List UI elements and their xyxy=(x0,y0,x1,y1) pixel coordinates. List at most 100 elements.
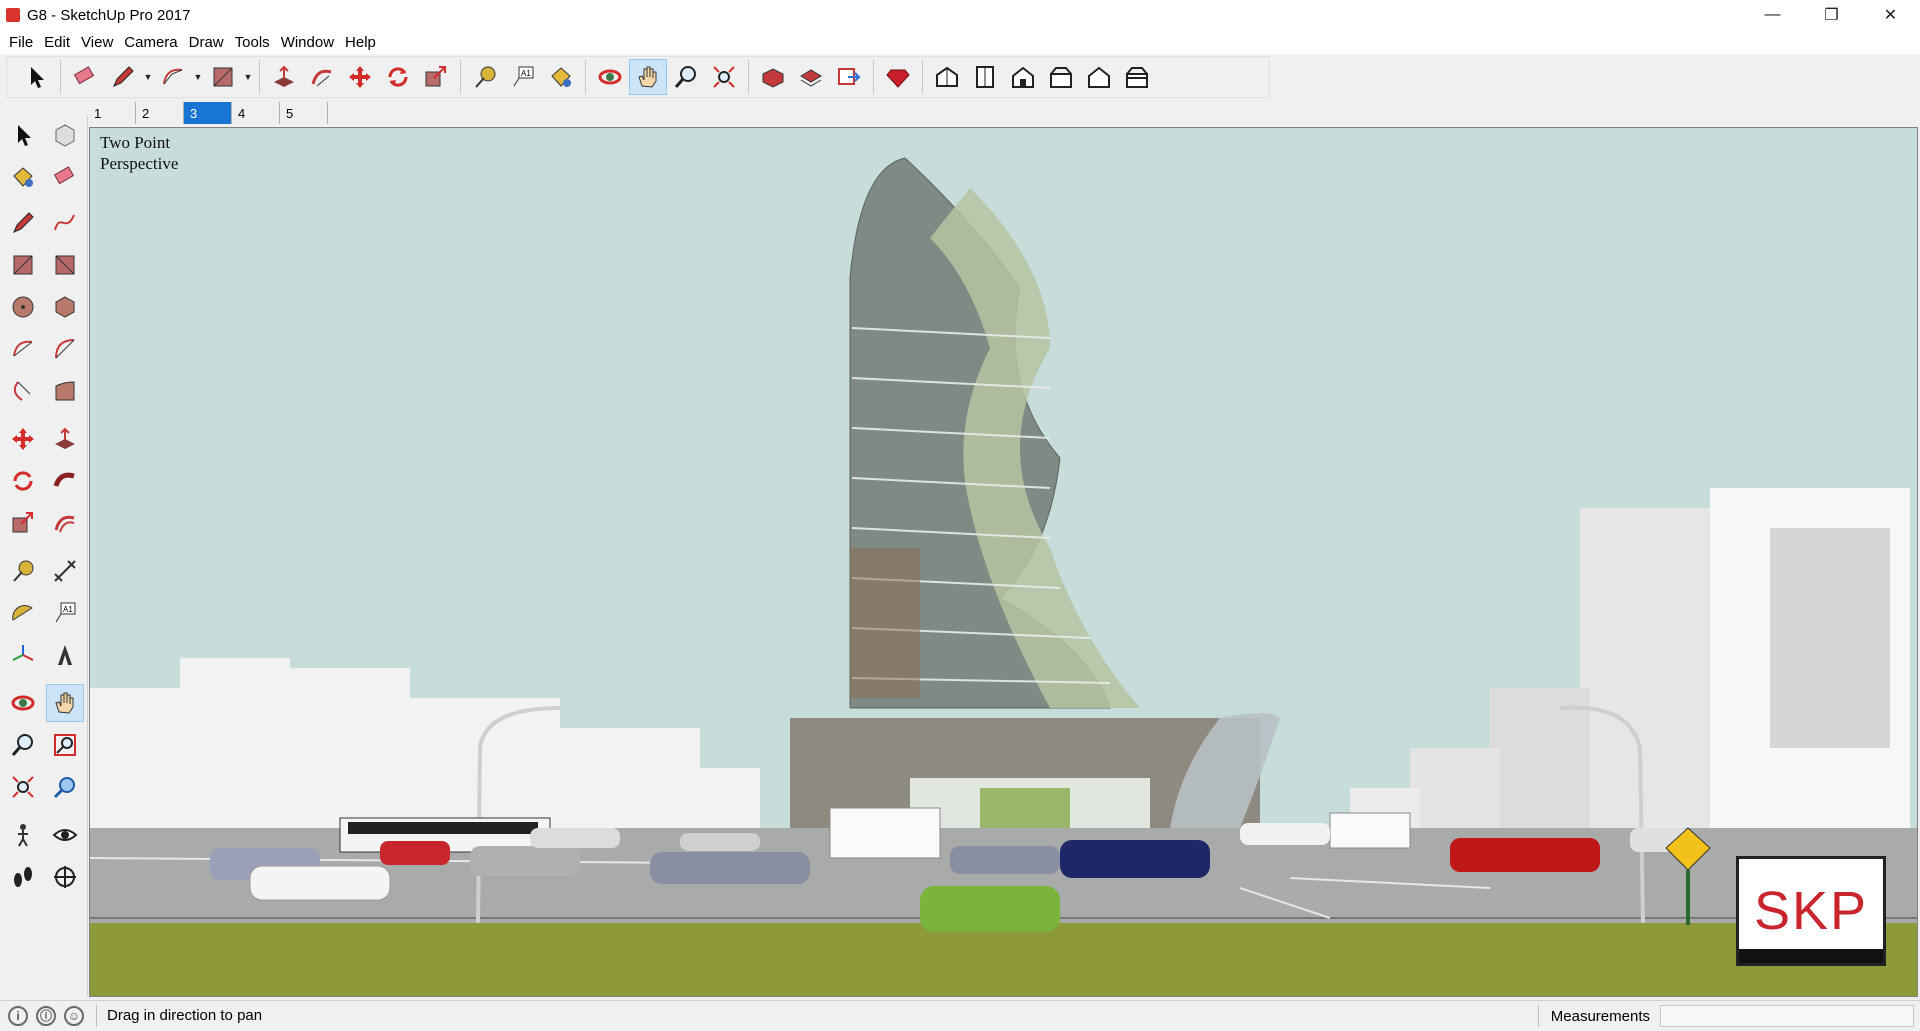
rotate-tool-button[interactable] xyxy=(379,59,417,95)
eraser-tool-button[interactable] xyxy=(46,158,84,196)
eraser-tool-button[interactable] xyxy=(66,59,104,95)
line-tool-button[interactable] xyxy=(4,204,42,242)
menu-edit[interactable]: Edit xyxy=(41,34,78,51)
model-viewport[interactable]: Two Point Perspective SKP xyxy=(89,127,1918,997)
three-point-arc-tool-button[interactable] xyxy=(4,372,42,410)
measurements-input[interactable] xyxy=(1660,1005,1914,1027)
menu-draw[interactable]: Draw xyxy=(186,34,232,51)
offset-tool-button[interactable] xyxy=(46,504,84,542)
section-plane-tool-button[interactable] xyxy=(46,858,84,896)
zoom-tool-button[interactable] xyxy=(4,726,42,764)
scene-tab-5[interactable]: 5 xyxy=(280,102,328,124)
walk-tool-button[interactable] xyxy=(4,858,42,896)
menu-window[interactable]: Window xyxy=(278,34,342,51)
text-tool-button[interactable]: A1 xyxy=(504,59,542,95)
scale-tool-button[interactable] xyxy=(417,59,455,95)
axes-tool-button[interactable] xyxy=(4,636,42,674)
previous-view-button[interactable] xyxy=(46,768,84,806)
follow-me-tool-button[interactable] xyxy=(46,462,84,500)
menu-tools[interactable]: Tools xyxy=(232,34,278,51)
orbit-tool-button[interactable] xyxy=(591,59,629,95)
iso-view-button[interactable] xyxy=(928,59,966,95)
menu-help[interactable]: Help xyxy=(342,34,384,51)
pencil-icon xyxy=(113,66,134,87)
move-tool-button[interactable] xyxy=(4,420,42,458)
make-component-button[interactable] xyxy=(46,116,84,154)
restore-button[interactable]: ❐ xyxy=(1802,0,1861,30)
zoom-tool-button[interactable] xyxy=(667,59,705,95)
tape-measure-tool-button[interactable] xyxy=(4,552,42,590)
rectangle-tool-button[interactable] xyxy=(204,59,242,95)
left-tool-palette: A1 xyxy=(0,116,88,996)
right-view-button[interactable] xyxy=(1042,59,1080,95)
menu-file[interactable]: File xyxy=(6,34,41,51)
rotated-rectangle-tool-button[interactable] xyxy=(46,246,84,284)
text-tool-button[interactable]: A1 xyxy=(46,594,84,632)
menu-view[interactable]: View xyxy=(78,34,121,51)
left-view-button[interactable] xyxy=(1118,59,1156,95)
line-tool-dropdown[interactable]: ▼ xyxy=(142,72,154,82)
move-tool-button[interactable] xyxy=(341,59,379,95)
push-pull-tool-button[interactable] xyxy=(265,59,303,95)
zoom-extents-tool-button[interactable] xyxy=(4,768,42,806)
zoom-window-tool-button[interactable] xyxy=(46,726,84,764)
tape-measure-icon xyxy=(475,66,496,88)
zoom-extents-tool-button[interactable] xyxy=(705,59,743,95)
orbit-tool-button[interactable] xyxy=(4,684,42,722)
paint-bucket-tool-button[interactable] xyxy=(4,158,42,196)
arc-tool-button[interactable] xyxy=(154,59,192,95)
select-tool-button[interactable] xyxy=(17,59,55,95)
back-view-button[interactable] xyxy=(1080,59,1118,95)
send-to-layout-button[interactable] xyxy=(830,59,868,95)
two-point-arc-tool-button[interactable] xyxy=(46,330,84,368)
arc-tool-button[interactable] xyxy=(4,330,42,368)
protractor-tool-button[interactable] xyxy=(4,594,42,632)
push-pull-icon xyxy=(55,427,75,449)
close-icon: ✕ xyxy=(1883,7,1898,24)
axes-icon xyxy=(12,645,34,661)
pan-tool-button[interactable] xyxy=(46,684,84,722)
arc-tool-dropdown[interactable]: ▼ xyxy=(192,72,204,82)
rectangle-tool-button[interactable] xyxy=(4,246,42,284)
3d-warehouse-button[interactable] xyxy=(754,59,792,95)
line-tool-button[interactable] xyxy=(104,59,142,95)
scene-tab-2[interactable]: 2 xyxy=(136,102,184,124)
rotate-tool-button[interactable] xyxy=(4,462,42,500)
credits-icon[interactable]: ⓘ xyxy=(36,1005,56,1026)
pan-tool-button[interactable] xyxy=(629,59,667,95)
scale-icon xyxy=(425,66,446,87)
geolocation-icon[interactable]: i xyxy=(8,1005,28,1026)
position-camera-tool-button[interactable] xyxy=(4,816,42,854)
extension-warehouse-button[interactable] xyxy=(792,59,830,95)
dimension-tool-button[interactable] xyxy=(46,552,84,590)
tape-measure-tool-button[interactable] xyxy=(466,59,504,95)
minimize-button[interactable]: — xyxy=(1743,0,1802,30)
freehand-tool-button[interactable] xyxy=(46,204,84,242)
circle-tool-button[interactable] xyxy=(4,288,42,326)
two-point-arc-icon xyxy=(55,339,75,359)
status-bar: i ⓘ ☺ Drag in direction to pan Measureme… xyxy=(0,1000,1920,1030)
user-account-icon[interactable]: ☺ xyxy=(64,1005,84,1026)
look-around-tool-button[interactable] xyxy=(46,816,84,854)
pie-tool-button[interactable] xyxy=(46,372,84,410)
zoom-extents-icon xyxy=(713,66,735,88)
rectangle-tool-dropdown[interactable]: ▼ xyxy=(242,72,254,82)
scene-tab-4[interactable]: 4 xyxy=(232,102,280,124)
extension-manager-button[interactable] xyxy=(879,59,917,95)
scene-tab-3[interactable]: 3 xyxy=(184,102,232,124)
scale-tool-button[interactable] xyxy=(4,504,42,542)
polygon-tool-button[interactable] xyxy=(46,288,84,326)
paint-bucket-tool-button[interactable] xyxy=(542,59,580,95)
3d-text-tool-button[interactable] xyxy=(46,636,84,674)
rectangle-icon xyxy=(13,255,33,275)
push-pull-tool-button[interactable] xyxy=(46,420,84,458)
select-tool-button[interactable] xyxy=(4,116,42,154)
scene-tab-1[interactable]: 1 xyxy=(88,102,136,124)
menu-camera[interactable]: Camera xyxy=(121,34,185,51)
three-point-arc-icon xyxy=(13,381,31,401)
close-button[interactable]: ✕ xyxy=(1861,0,1920,30)
minimize-icon: — xyxy=(1764,6,1781,23)
offset-tool-button[interactable] xyxy=(303,59,341,95)
top-view-button[interactable] xyxy=(966,59,1004,95)
front-view-button[interactable] xyxy=(1004,59,1042,95)
